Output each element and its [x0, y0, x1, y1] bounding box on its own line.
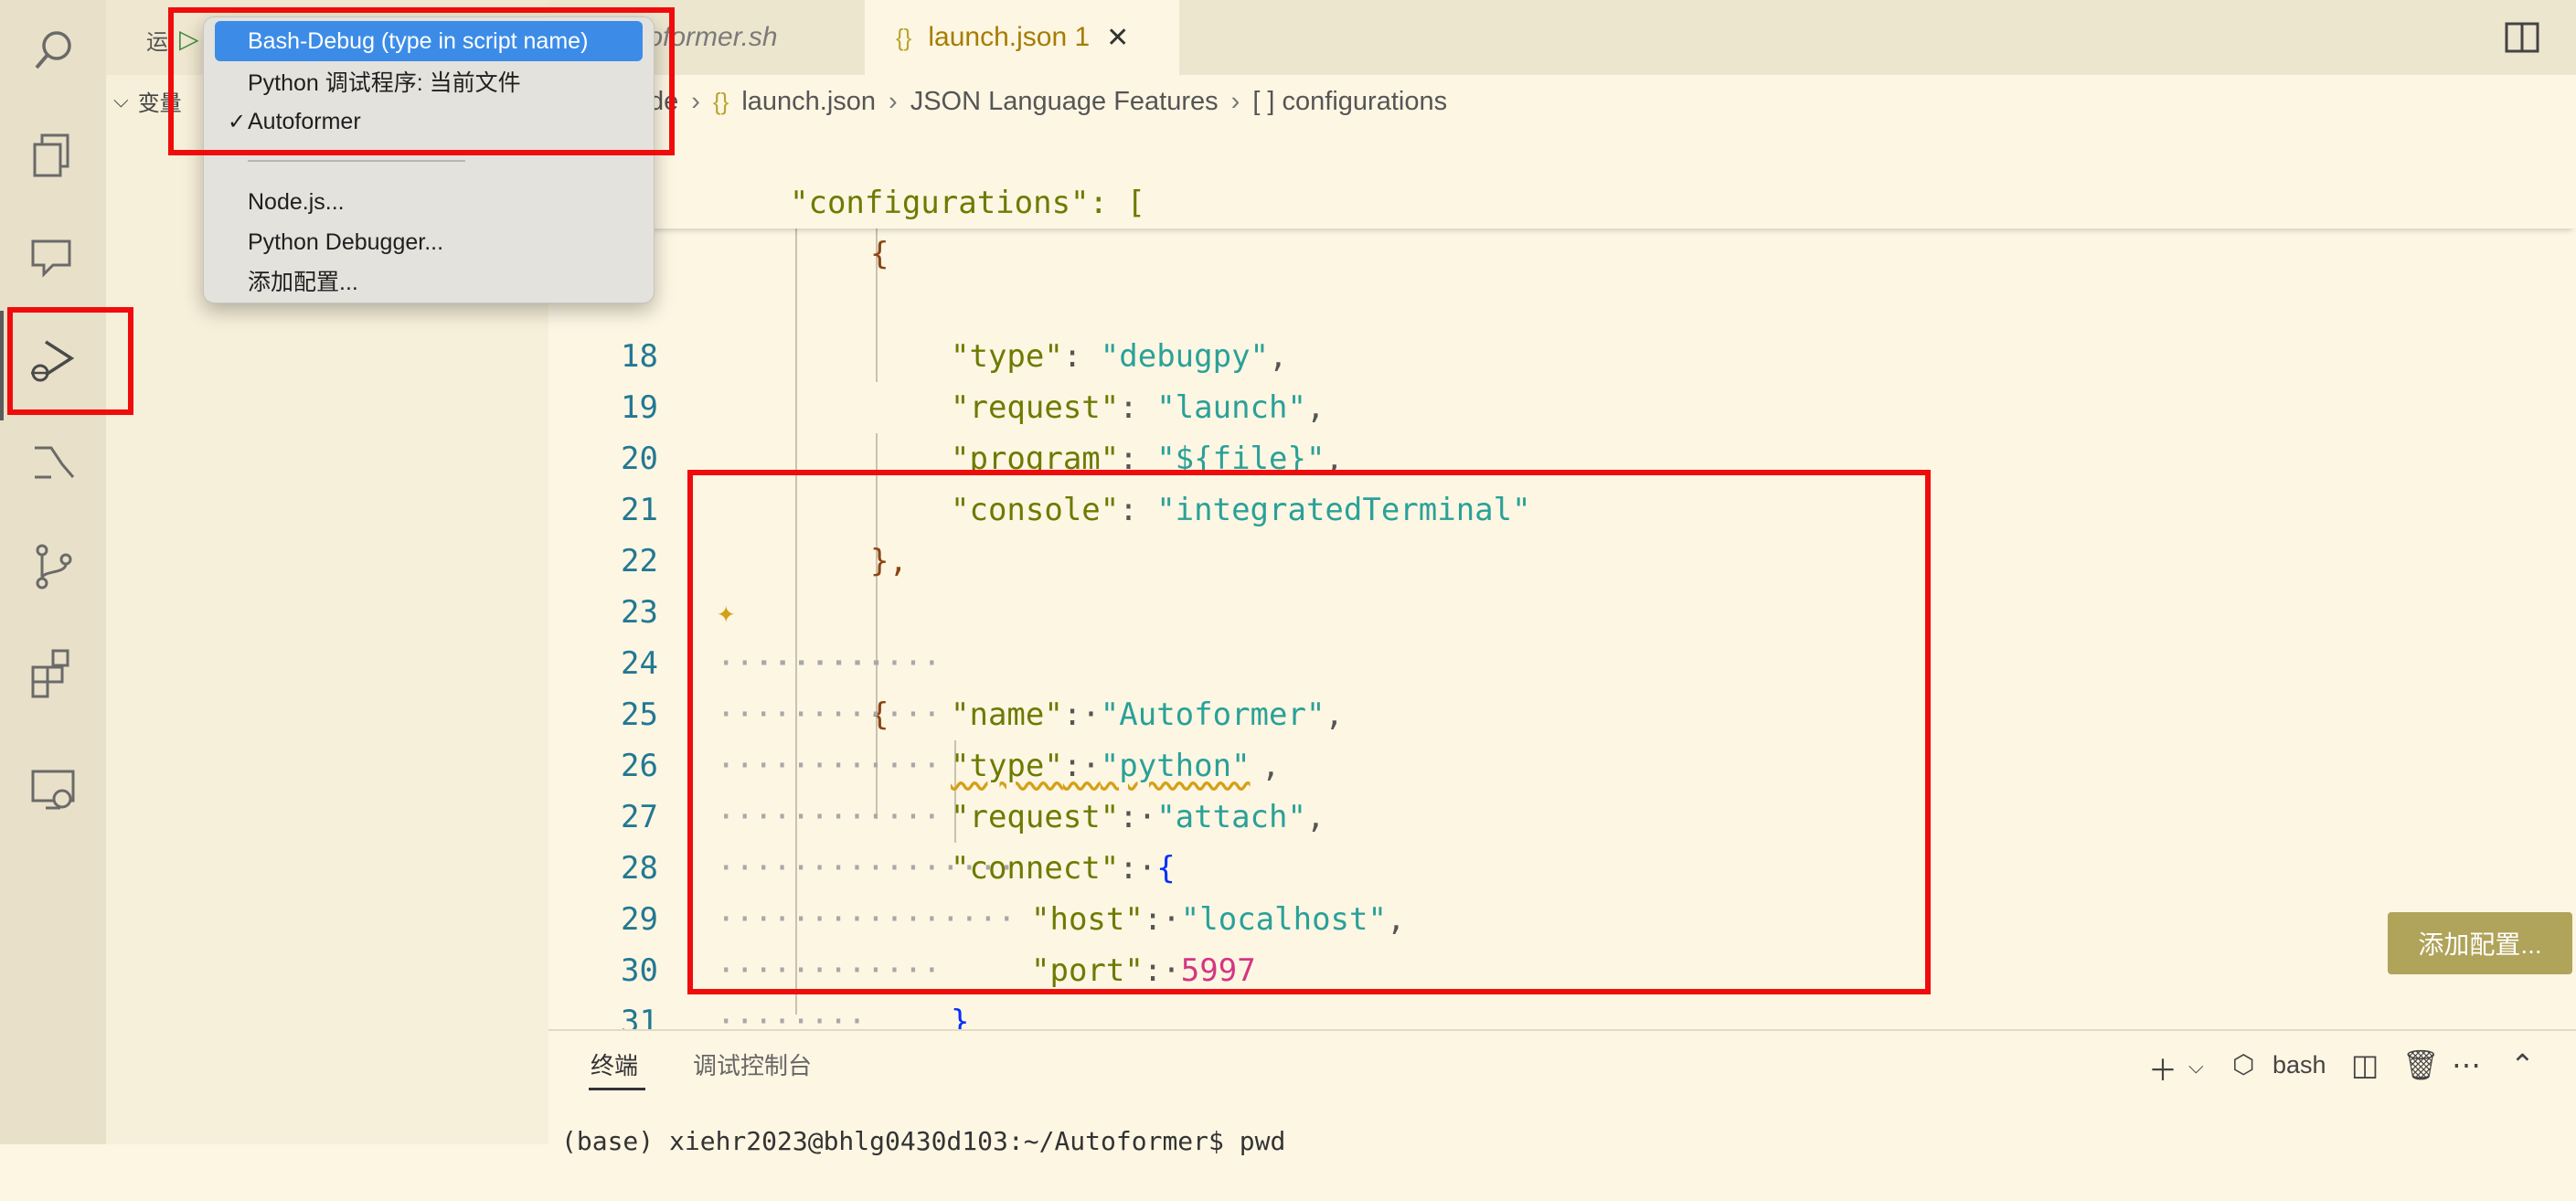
search-icon[interactable]	[20, 18, 86, 84]
json-file-icon: {}	[712, 87, 729, 115]
code-line[interactable]: 19 "program": "${file}",	[548, 331, 2576, 477]
breadcrumb-section[interactable]: JSON Language Features	[910, 87, 1219, 117]
run-label: 运	[146, 30, 168, 55]
editor-tabs-bar	[548, 0, 2576, 75]
close-icon[interactable]: ✕	[1106, 22, 1129, 54]
trash-icon[interactable]: 🗑	[2402, 1047, 2440, 1082]
terminal-shell-icon: ⬡	[2232, 1050, 2255, 1079]
highlight-box-config	[687, 470, 1931, 994]
json-file-icon: {}	[896, 23, 912, 51]
terminal-output[interactable]: (base) xiehr2023@bhlg0430d103:~/Autoform…	[561, 1126, 1285, 1156]
split-editor-icon[interactable]	[2501, 16, 2543, 58]
dropdown-item-add-configuration[interactable]: 添加配置...	[215, 260, 643, 301]
chevron-down-icon: ⌵	[113, 89, 129, 112]
explorer-icon[interactable]	[20, 122, 86, 188]
split-terminal-icon[interactable]: ◫	[2351, 1047, 2379, 1082]
more-actions-icon[interactable]: ⋯	[2452, 1047, 2481, 1082]
code-line[interactable]: 18 "request": "launch",	[548, 280, 2576, 426]
breadcrumb-node[interactable]: [ ] configurations	[1252, 87, 1447, 117]
chevron-right-icon: ›	[1230, 86, 1240, 116]
tab-label: launch.json 1	[928, 22, 1091, 52]
breadcrumb-file[interactable]: launch.json	[741, 87, 876, 117]
item-label: Node.js...	[248, 188, 345, 215]
dropdown-item-python-debugger[interactable]: Python Debugger...	[215, 222, 643, 262]
shell-label[interactable]: bash	[2273, 1051, 2326, 1079]
code-line[interactable]: "type": "debugpy",	[548, 229, 2576, 375]
chevron-down-icon[interactable]: ⌵	[2188, 1055, 2204, 1079]
source-control-icon[interactable]	[20, 534, 86, 600]
tab-launch-json[interactable]: {} launch.json 1 ✕	[865, 0, 1179, 75]
item-label: 添加配置...	[248, 270, 358, 295]
chevron-right-icon: ›	[691, 86, 700, 116]
new-terminal-icon[interactable]: ＋	[2148, 1047, 2177, 1089]
tab-debug-console[interactable]: 调试控制台	[693, 1047, 812, 1081]
extensions-icon[interactable]	[20, 640, 86, 706]
item-label: Python Debugger...	[248, 229, 444, 255]
breadcrumb: de › {} launch.json › JSON Language Feat…	[548, 77, 1447, 126]
chevron-right-icon: ›	[889, 86, 898, 116]
tab-terminal[interactable]: 终端	[591, 1047, 638, 1081]
code-line[interactable]: 20 "console": "integratedTerminal"	[548, 382, 2576, 528]
chat-icon[interactable]	[20, 225, 86, 291]
add-configuration-button[interactable]: 添加配置...	[2388, 912, 2572, 974]
active-indicator	[0, 311, 4, 420]
sticky-line[interactable]: {	[548, 177, 2576, 272]
remote-explorer-icon[interactable]	[20, 757, 86, 823]
active-tab-underline	[589, 1088, 645, 1090]
sticky-line[interactable]: "configurations": [	[548, 126, 2576, 221]
code-text: {	[870, 236, 889, 272]
sticky-scroll-header: "configurations": [ {	[548, 126, 2576, 272]
testing-icon[interactable]	[20, 430, 86, 495]
dropdown-item-nodejs[interactable]: Node.js...	[215, 182, 643, 222]
highlight-box-dropdown	[168, 7, 675, 155]
maximize-panel-icon[interactable]: ⌃	[2510, 1047, 2535, 1082]
dropdown-separator	[248, 160, 465, 162]
highlight-box-run-debug	[7, 307, 133, 415]
